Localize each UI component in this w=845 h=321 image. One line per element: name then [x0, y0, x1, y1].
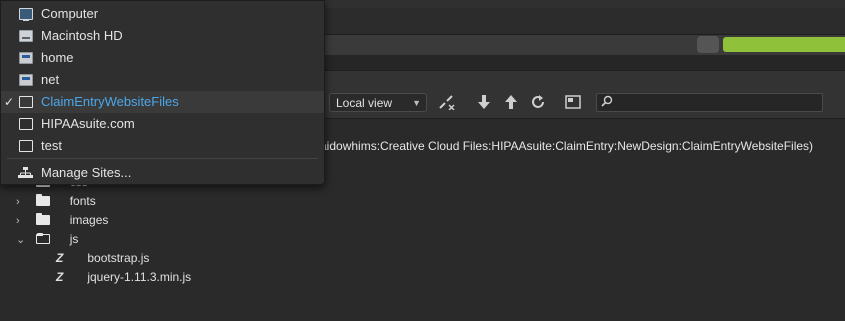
chevron-right-icon[interactable]: ›	[16, 212, 30, 231]
tree-file-jquery[interactable]: Z jquery-1.11.3.min.js	[56, 268, 191, 287]
tree-item-label: js	[69, 232, 79, 246]
folder-icon	[19, 96, 33, 108]
tree-folder-images[interactable]: › images	[16, 211, 108, 230]
tree-folder-fonts[interactable]: › fonts	[16, 192, 96, 211]
search-icon	[601, 95, 613, 110]
view-select-value: Local view	[336, 96, 393, 110]
menu-item-home[interactable]: home	[1, 47, 324, 69]
progress-fill	[723, 37, 845, 52]
search-input[interactable]	[596, 93, 823, 112]
tree-item-label: fonts	[69, 194, 96, 208]
sites-hierarchy-icon	[18, 167, 33, 179]
menu-item-macintosh-hd[interactable]: Macintosh HD	[1, 25, 324, 47]
folder-open-icon	[36, 233, 51, 244]
folder-icon	[19, 118, 33, 130]
folder-icon	[36, 213, 51, 225]
put-files-icon[interactable]	[501, 94, 521, 114]
script-file-icon: Z	[56, 251, 64, 265]
network-drive-icon	[19, 52, 33, 64]
network-drive-icon	[19, 74, 33, 86]
folder-icon	[19, 140, 33, 152]
menu-item-hipaasuite[interactable]: HIPAAsuite.com	[1, 113, 324, 135]
menu-item-net[interactable]: net	[1, 69, 324, 91]
tree-file-bootstrap[interactable]: Z bootstrap.js	[56, 249, 149, 268]
tree-item-label: images	[69, 213, 109, 227]
menu-item-test[interactable]: test	[1, 135, 324, 157]
tree-folder-js[interactable]: ⌄ js	[16, 230, 78, 249]
site-path-label: aidowhims:Creative Cloud Files:HIPAAsuit…	[320, 139, 814, 153]
menu-divider	[7, 158, 318, 159]
site-dropdown-menu: Computer Macintosh HD home net ✓ ClaimEn…	[0, 0, 325, 185]
checkmark-icon: ✓	[4, 95, 15, 109]
chevron-down-icon[interactable]: ⌄	[16, 231, 30, 250]
chevron-down-icon: ▼	[412, 98, 421, 108]
tree-item-label: bootstrap.js	[87, 251, 150, 265]
folder-icon	[36, 194, 51, 206]
menu-item-computer[interactable]: Computer	[1, 3, 324, 25]
expand-panel-icon[interactable]	[563, 94, 583, 114]
view-select[interactable]: Local view ▼	[329, 93, 427, 112]
refresh-icon[interactable]	[528, 94, 548, 114]
tree-item-label: jquery-1.11.3.min.js	[87, 270, 192, 284]
progress-handle[interactable]	[697, 36, 719, 53]
manage-sites-item[interactable]: Manage Sites...	[1, 162, 324, 184]
menu-item-claimentrywebsitefiles[interactable]: ✓ ClaimEntryWebsiteFiles	[1, 91, 324, 113]
chevron-right-icon[interactable]: ›	[16, 193, 30, 212]
disconnect-icon[interactable]	[437, 94, 457, 114]
computer-icon	[19, 8, 33, 21]
hard-drive-icon	[19, 30, 33, 42]
get-files-icon[interactable]	[474, 94, 494, 114]
script-file-icon: Z	[56, 270, 64, 284]
